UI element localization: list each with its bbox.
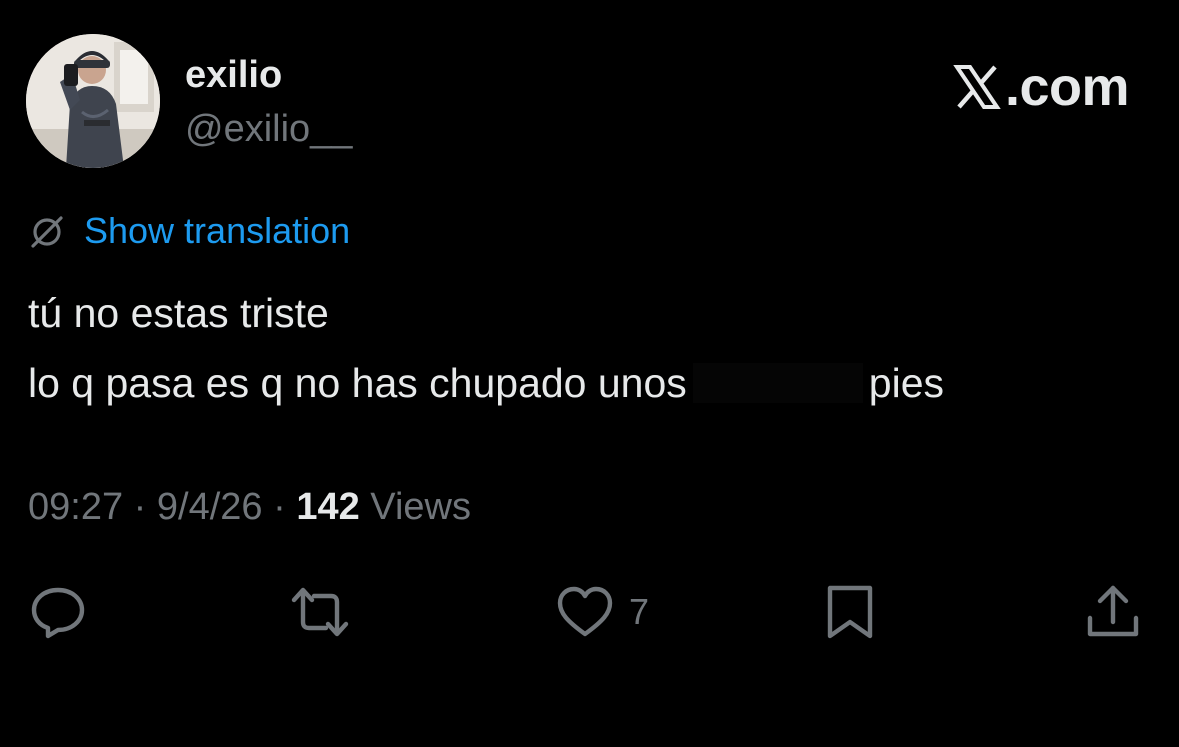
show-translation-label[interactable]: Show translation bbox=[84, 210, 350, 252]
like-button[interactable]: 7 bbox=[555, 580, 649, 644]
like-count: 7 bbox=[629, 591, 650, 632]
brand-suffix: .com bbox=[1004, 57, 1130, 117]
tweet-line-2: lo q pasa es q no has chupado unos pies bbox=[28, 348, 1148, 418]
bookmark-icon bbox=[827, 585, 873, 639]
views-label: Views bbox=[370, 486, 471, 528]
meta-separator: · bbox=[133, 486, 147, 528]
reply-button[interactable] bbox=[28, 580, 88, 644]
display-name[interactable]: exilio bbox=[185, 54, 282, 97]
redacted-word bbox=[692, 363, 863, 403]
avatar-photo bbox=[26, 34, 160, 168]
tweet-meta: 09:27 · 9/4/26 · 142 Views bbox=[28, 486, 471, 529]
reply-bubble-icon bbox=[31, 587, 85, 639]
share-icon bbox=[1087, 585, 1139, 637]
views-count: 142 bbox=[296, 486, 360, 528]
user-handle[interactable]: @exilio__ bbox=[185, 108, 352, 151]
meta-separator: · bbox=[273, 486, 286, 528]
share-button[interactable] bbox=[1083, 580, 1143, 644]
tweet-date[interactable]: 9/4/26 bbox=[157, 486, 263, 528]
tweet-time[interactable]: 09:27 bbox=[28, 486, 123, 528]
tweet-text: tú no estas triste lo q pasa es q no has… bbox=[28, 278, 1148, 418]
translate-globe-icon bbox=[31, 216, 63, 248]
tweet-line-1: tú no estas triste bbox=[28, 290, 329, 336]
retweet-icon bbox=[291, 587, 349, 637]
avatar[interactable] bbox=[26, 34, 160, 168]
heart-icon bbox=[557, 586, 613, 637]
tweet-line-2-end: pies bbox=[868, 360, 945, 406]
show-translation-link[interactable]: Show translation bbox=[28, 210, 350, 252]
x-logo-icon bbox=[953, 65, 1001, 109]
brand-mark: .com bbox=[953, 55, 1130, 119]
bookmark-button[interactable] bbox=[822, 580, 878, 644]
retweet-button[interactable] bbox=[288, 580, 352, 644]
tweet-line-2-start: lo q pasa es q no has chupado unos bbox=[28, 360, 687, 406]
tweet-actions: 7 bbox=[0, 580, 1179, 644]
